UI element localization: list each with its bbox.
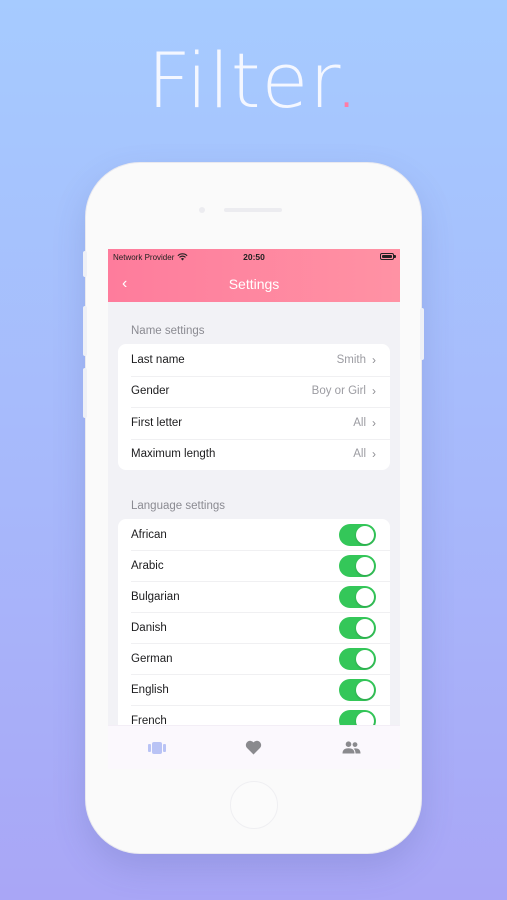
chevron-right-icon: › bbox=[372, 447, 376, 462]
setting-value: Boy or Girl › bbox=[312, 384, 376, 398]
battery-icon bbox=[380, 253, 396, 260]
language-label: Arabic bbox=[131, 559, 164, 572]
setting-label: Last name bbox=[131, 353, 185, 366]
language-label: Bulgarian bbox=[131, 590, 180, 603]
volume-up-button bbox=[83, 306, 87, 356]
chevron-right-icon: › bbox=[372, 352, 376, 367]
language-row-german: German bbox=[118, 643, 390, 674]
setting-label: First letter bbox=[131, 416, 183, 429]
setting-value: All › bbox=[353, 416, 376, 430]
toggle-knob bbox=[356, 556, 374, 575]
earpiece-speaker bbox=[224, 208, 282, 212]
language-row-arabic: Arabic bbox=[118, 550, 390, 581]
name-settings-title: Name settings bbox=[131, 325, 205, 337]
volume-down-button bbox=[83, 368, 87, 418]
power-button bbox=[420, 308, 424, 360]
language-toggle[interactable] bbox=[339, 554, 376, 577]
home-button[interactable] bbox=[230, 781, 278, 829]
toggle-knob bbox=[356, 680, 374, 699]
hero-title: Filter. bbox=[147, 36, 360, 125]
status-time: 20:50 bbox=[243, 252, 265, 262]
setting-value: All › bbox=[353, 447, 376, 461]
tab-bar bbox=[108, 725, 400, 769]
people-icon bbox=[342, 741, 361, 754]
heart-icon bbox=[246, 740, 262, 755]
language-toggle[interactable] bbox=[339, 523, 376, 546]
setting-value: Smith › bbox=[337, 353, 376, 367]
language-row-english: English bbox=[118, 674, 390, 705]
phone-frame: Network Provider 20:50 ‹ Settings Name s… bbox=[83, 163, 424, 853]
chevron-right-icon: › bbox=[372, 384, 376, 399]
setting-row-last-name[interactable]: Last name Smith › bbox=[118, 344, 390, 376]
language-toggle[interactable] bbox=[339, 647, 376, 670]
toggle-knob bbox=[356, 525, 374, 544]
hero-title-dot: . bbox=[334, 36, 360, 125]
cards-icon bbox=[147, 741, 166, 754]
nav-bar: ‹ Settings bbox=[108, 265, 400, 302]
setting-row-gender[interactable]: Gender Boy or Girl › bbox=[118, 375, 390, 408]
front-camera bbox=[199, 207, 205, 213]
setting-value-text: Boy or Girl bbox=[311, 385, 366, 398]
toggle-knob bbox=[356, 618, 374, 637]
setting-row-maximum-length[interactable]: Maximum length All › bbox=[118, 438, 390, 471]
toggle-knob bbox=[356, 587, 374, 606]
app-screen: Network Provider 20:50 ‹ Settings Name s… bbox=[108, 249, 400, 769]
language-row-bulgarian: Bulgarian bbox=[118, 581, 390, 612]
header: Network Provider 20:50 ‹ Settings bbox=[108, 249, 400, 302]
language-label: German bbox=[131, 652, 173, 665]
tab-people[interactable] bbox=[331, 733, 371, 763]
language-row-african: African bbox=[118, 519, 390, 550]
page-title: Settings bbox=[228, 275, 280, 292]
language-toggle[interactable] bbox=[339, 585, 376, 608]
setting-value-text: Smith bbox=[336, 353, 366, 366]
language-settings-title: Language settings bbox=[131, 500, 225, 512]
language-row-danish: Danish bbox=[118, 612, 390, 643]
back-chevron-icon[interactable]: ‹ bbox=[122, 276, 127, 292]
language-label: English bbox=[131, 683, 169, 696]
chevron-right-icon: › bbox=[372, 415, 376, 430]
setting-value-text: All bbox=[353, 416, 366, 429]
language-settings-group: African Arabic Bulgarian Danish German E… bbox=[118, 519, 390, 736]
toggle-knob bbox=[356, 649, 374, 668]
language-label: African bbox=[131, 528, 167, 541]
setting-label: Maximum length bbox=[131, 448, 216, 461]
language-label: Danish bbox=[131, 621, 167, 634]
setting-row-first-letter[interactable]: First letter All › bbox=[118, 407, 390, 439]
setting-value-text: All bbox=[353, 448, 366, 461]
mute-switch bbox=[83, 251, 87, 277]
status-bar: Network Provider 20:50 bbox=[108, 249, 400, 265]
tab-favorites[interactable] bbox=[234, 733, 274, 763]
tab-cards[interactable] bbox=[137, 733, 177, 763]
language-toggle[interactable] bbox=[339, 616, 376, 639]
setting-label: Gender bbox=[131, 385, 170, 398]
name-settings-group: Last name Smith › Gender Boy or Girl › Fir… bbox=[118, 344, 390, 470]
language-toggle[interactable] bbox=[339, 678, 376, 701]
